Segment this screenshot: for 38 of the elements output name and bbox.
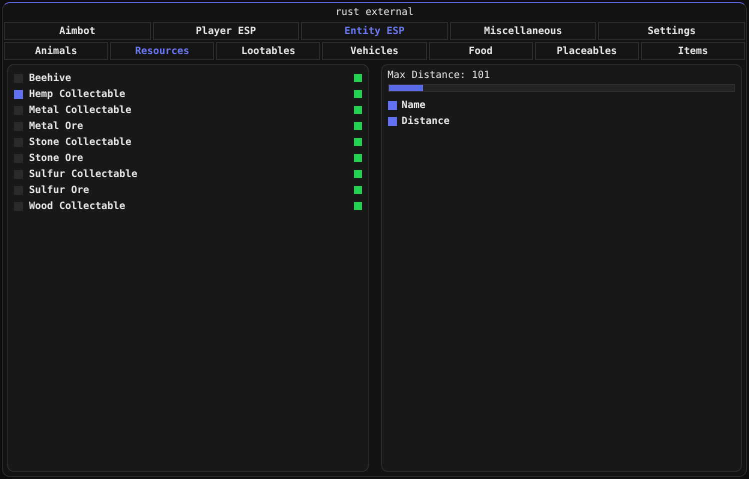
color-swatch-icon[interactable]: [354, 186, 362, 194]
slider-track[interactable]: [388, 84, 735, 92]
resource-label: Sulfur Ore: [29, 184, 90, 198]
color-swatch-icon[interactable]: [354, 170, 362, 178]
window-title: rust external: [334, 6, 415, 20]
resource-label: Stone Ore: [29, 152, 84, 166]
checkbox[interactable]: [388, 116, 396, 126]
resource-label: Beehive: [29, 72, 72, 86]
tab[interactable]: Miscellaneous: [450, 22, 596, 40]
tab[interactable]: Food: [428, 42, 533, 60]
resource-label: Stone Collectable: [29, 136, 132, 150]
color-swatch-icon[interactable]: [354, 138, 362, 146]
color-swatch-icon[interactable]: [354, 202, 362, 210]
tab[interactable]: Placeables: [534, 42, 639, 60]
tab[interactable]: Player ESP: [152, 22, 300, 40]
checkbox[interactable]: [14, 90, 23, 98]
color-swatch-icon[interactable]: [354, 122, 362, 130]
tab[interactable]: Vehicles: [322, 42, 427, 60]
tab[interactable]: Animals: [4, 42, 108, 60]
color-swatch-icon[interactable]: [354, 106, 362, 114]
tab[interactable]: Aimbot: [4, 22, 151, 40]
resource-label: Metal Collectable: [29, 104, 132, 118]
resource-label: Hemp Collectable: [29, 88, 126, 102]
resource-label: Wood Collectable: [29, 200, 126, 214]
color-swatch-icon[interactable]: [354, 74, 362, 82]
tab[interactable]: Settings: [598, 22, 745, 40]
tab[interactable]: Resources: [110, 42, 214, 60]
color-swatch-icon[interactable]: [354, 90, 362, 98]
color-swatch-icon[interactable]: [354, 154, 362, 162]
resource-label: Sulfur Collectable: [29, 168, 138, 182]
option-label: Distance: [402, 114, 450, 128]
tab[interactable]: Lootables: [216, 42, 320, 60]
checkbox[interactable]: [388, 100, 396, 110]
tab[interactable]: Entity ESP: [301, 22, 448, 40]
resource-label: Metal Ore: [29, 120, 84, 134]
tab[interactable]: Items: [640, 42, 745, 60]
option-label: Name: [402, 98, 426, 112]
slider-label: Max Distance: 101: [388, 69, 491, 83]
